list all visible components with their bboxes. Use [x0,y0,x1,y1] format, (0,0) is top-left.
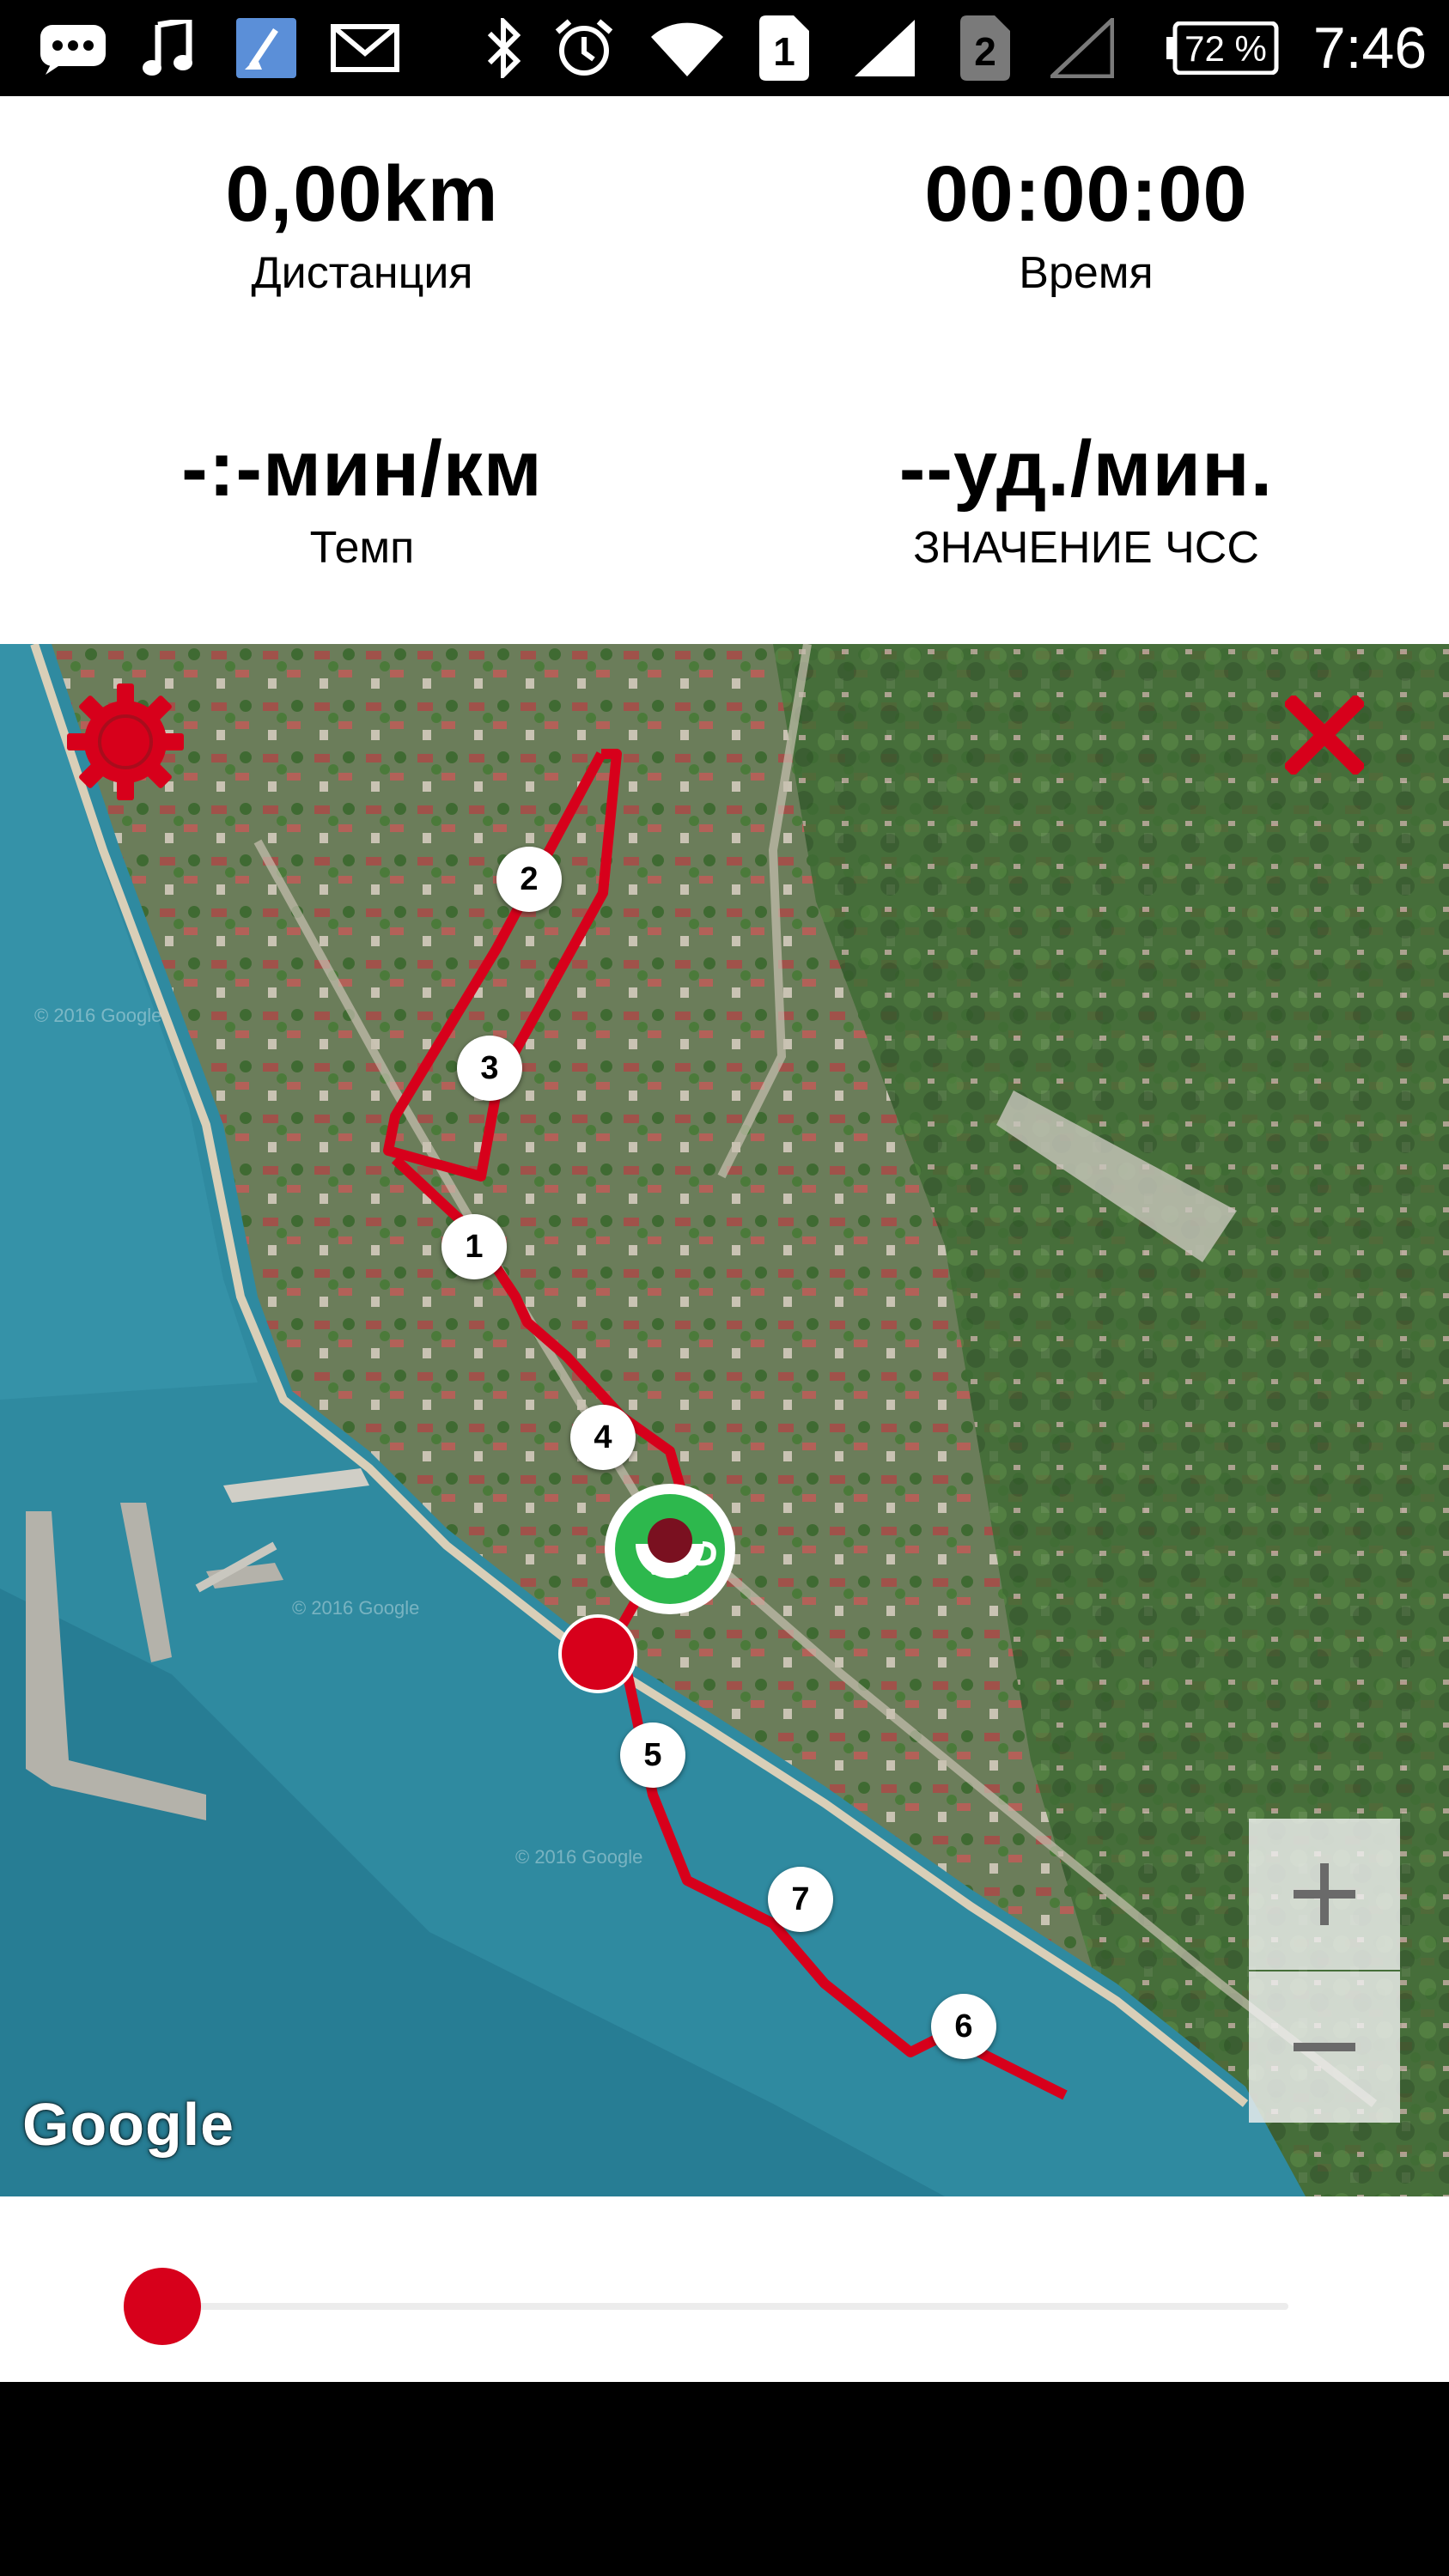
plus-icon [1294,1863,1355,1925]
status-bar: 1 2 72 % 7:46 [0,0,1449,96]
time-stat: 00:00:00 Время [724,151,1448,299]
svg-text:© 2016 Google: © 2016 Google [34,1005,161,1026]
alarm-icon [550,0,618,96]
no-signal-icon [1048,0,1117,96]
current-position-marker[interactable] [601,1480,739,1618]
distance-stat: 0,00km Дистанция [0,151,724,299]
route-marker-5[interactable]: 5 [620,1722,685,1788]
route-start-dot [558,1614,637,1693]
pace-stat: -:-мин/км Темп [0,426,724,574]
mail-icon [326,0,404,96]
map-view[interactable]: © 2016 Google © 2016 Google © 2016 Googl… [0,644,1449,2196]
heart-rate-value: --уд./мин. [898,425,1274,513]
pace-label: Темп [309,523,415,573]
navigation-bar [0,2382,1449,2576]
timeline-slider-track[interactable] [163,2303,1288,2310]
clock: 7:46 [1312,15,1428,81]
settings-button[interactable] [62,678,189,805]
route-marker-4[interactable]: 4 [570,1405,636,1470]
timeline-slider-thumb[interactable] [124,2268,201,2345]
route-marker-7[interactable]: 7 [768,1867,833,1932]
time-label: Время [1019,248,1154,298]
svg-text:1: 1 [773,29,795,74]
sim-2-icon: 2 [955,0,1015,96]
route-marker-6[interactable]: 6 [931,1994,996,2059]
battery-level: 72 % [1184,28,1267,69]
distance-value: 0,00km [225,150,499,238]
route-marker-2[interactable]: 2 [496,847,562,912]
distance-label: Дистанция [251,248,473,298]
close-icon [1282,693,1367,777]
sim-1-icon: 1 [754,0,814,96]
svg-text:© 2016 Google: © 2016 Google [515,1846,642,1868]
svg-text:© 2016 Google: © 2016 Google [292,1597,419,1619]
battery-icon: 72 % [1165,0,1282,96]
close-button[interactable] [1282,693,1367,777]
time-value: 00:00:00 [924,150,1248,238]
route-marker-1[interactable]: 1 [441,1214,507,1279]
zoom-in-button[interactable] [1249,1819,1400,1970]
signal-icon [850,0,919,96]
bluetooth-icon [478,0,529,96]
heart-rate-label: ЗНАЧЕНИЕ ЧСС [913,523,1259,573]
minus-icon [1294,2043,1355,2051]
music-note-icon [137,0,198,96]
satellite-map: © 2016 Google © 2016 Google © 2016 Googl… [0,644,1449,2196]
zoom-out-button[interactable] [1249,1971,1400,2123]
route-marker-3[interactable]: 3 [457,1036,522,1101]
google-logo: Google [22,2091,235,2158]
messages-icon [34,0,112,96]
clean-master-icon [232,0,301,96]
heart-rate-stat: --уд./мин. ЗНАЧЕНИЕ ЧСС [724,426,1448,574]
wifi-icon [644,0,730,96]
svg-text:2: 2 [974,29,996,74]
pace-value: -:-мин/км [181,425,543,513]
gear-icon [67,683,184,800]
coffee-cup-icon [605,1484,735,1614]
